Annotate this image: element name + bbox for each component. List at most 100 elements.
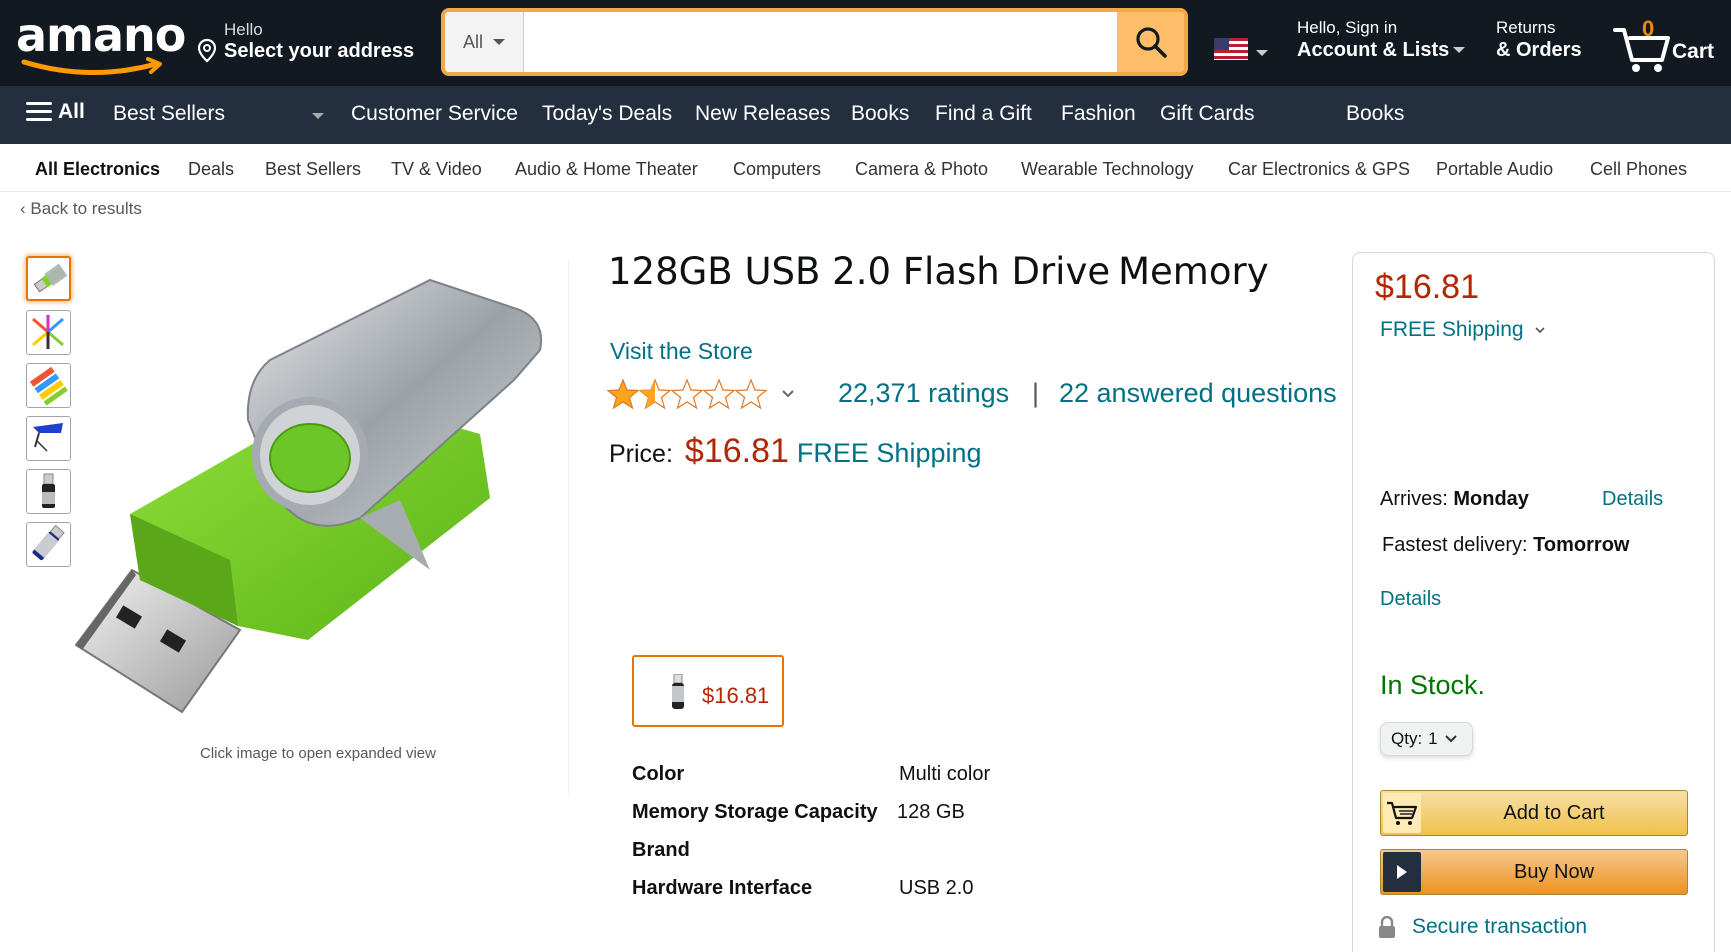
subnav-audio-home-theater[interactable]: Audio & Home Theater: [515, 159, 698, 180]
nav-item-best-sellers[interactable]: Best Sellers: [113, 102, 225, 126]
answered-questions-link[interactable]: 22 answered questions: [1059, 378, 1337, 409]
nav-item-customer-service[interactable]: Customer Service: [351, 102, 518, 126]
search-button[interactable]: [1117, 12, 1184, 72]
us-flag-icon: [1214, 38, 1248, 60]
subnav-computers[interactable]: Computers: [733, 159, 821, 180]
fastest-delivery: Fastest delivery: Tomorrow: [1382, 534, 1629, 557]
arrives-info: Arrives: Monday: [1380, 488, 1529, 511]
drive-diagram-icon: [33, 423, 63, 452]
chevron-down-icon: [493, 39, 505, 45]
flash-drive-mini-icon: [672, 674, 684, 709]
chevron-down-icon: [1444, 735, 1457, 743]
cart-icon: [1383, 793, 1421, 833]
chevron-down-icon: [1453, 47, 1466, 53]
spec-value-color: Multi color: [899, 763, 991, 785]
account-lists-row: Account & Lists: [1297, 39, 1466, 62]
search-input[interactable]: [525, 12, 1117, 72]
chevron-down-icon[interactable]: [312, 113, 324, 119]
back-to-results-label: Back to results: [30, 199, 142, 218]
subnav-cell-phones[interactable]: Cell Phones: [1590, 159, 1687, 180]
variant-swatch[interactable]: $16.81: [632, 655, 784, 727]
language-selector[interactable]: [1214, 38, 1268, 65]
rating-separator: |: [1032, 378, 1040, 408]
hamburger-icon: [26, 102, 52, 122]
buybox-price: $16.81: [1375, 268, 1479, 306]
flash-drive-thumbnail-icon: [33, 263, 68, 293]
free-shipping-link[interactable]: FREE Shipping: [797, 438, 982, 469]
subnav-car-electronics-gps[interactable]: Car Electronics & GPS: [1228, 159, 1410, 180]
price-label: Price:: [609, 440, 673, 468]
buybox-free-shipping[interactable]: FREE Shipping: [1380, 318, 1546, 342]
arrives-label: Arrives:: [1380, 488, 1448, 510]
chevron-left-icon: ‹: [20, 199, 31, 218]
add-to-cart-button[interactable]: Add to Cart: [1380, 790, 1688, 836]
account-lists-menu[interactable]: Hello, Sign in Account & Lists: [1297, 18, 1466, 62]
subnav-wearable-technology[interactable]: Wearable Technology: [1021, 159, 1193, 180]
visit-store-link[interactable]: Visit the Store: [610, 338, 753, 365]
thumbnail-6[interactable]: [26, 522, 71, 567]
site-logo[interactable]: amano: [14, 6, 186, 76]
qty-value: 1: [1428, 729, 1438, 748]
chevron-down-icon: [1535, 327, 1545, 334]
spec-value-capacity: 128 GB: [897, 801, 965, 823]
subnav-best-sellers[interactable]: Best Sellers: [265, 159, 361, 180]
buy-now-label: Buy Now: [1513, 860, 1595, 883]
thumbnail-5[interactable]: [26, 469, 71, 514]
spec-key-color: Color: [632, 763, 685, 785]
top-header: amano Hello Select your address All Hell…: [0, 0, 1731, 86]
logo-text: amano: [16, 8, 186, 62]
product-title: 128GB USB 2.0 Flash Drive Memory: [608, 250, 1269, 293]
orders-label: & Orders: [1496, 39, 1582, 61]
details-link[interactable]: Details: [1602, 488, 1663, 511]
star-rating-icon: [607, 379, 767, 409]
spec-key-capacity: Memory Storage Capacity: [632, 801, 878, 823]
subnav-portable-audio[interactable]: Portable Audio: [1436, 159, 1553, 180]
black-drive-icon: [42, 473, 55, 508]
price-value: $16.81: [684, 432, 789, 470]
star-rating[interactable]: [607, 378, 795, 410]
address-prompt: Select your address: [224, 40, 415, 62]
secure-transaction-label: Secure transaction: [1412, 915, 1588, 938]
play-icon: [1383, 852, 1421, 892]
location-pin-icon: [197, 38, 217, 63]
nav-all-label: All: [58, 100, 85, 123]
nav-item-find-a-gift[interactable]: Find a Gift: [935, 102, 1032, 126]
thumbnail-1[interactable]: [26, 256, 71, 301]
nav-item-todays-deals[interactable]: Today's Deals: [542, 102, 672, 126]
chevron-down-icon: [1256, 50, 1268, 56]
gallery-divider: [568, 260, 569, 795]
thumbnail-2[interactable]: [26, 310, 71, 355]
search-category-select[interactable]: All: [445, 12, 524, 72]
product-title-main: 128GB USB 2.0 Flash Drive: [608, 250, 1111, 293]
lock-icon: [1379, 916, 1395, 938]
account-hello: Hello, Sign in: [1297, 18, 1398, 37]
back-to-results-link[interactable]: ‹ Back to results: [20, 199, 142, 219]
quantity-select[interactable]: Qty: 1: [1380, 722, 1473, 756]
ratings-count-link[interactable]: 22,371 ratings: [838, 378, 1009, 409]
search-icon: [1135, 27, 1167, 58]
subnav-deals[interactable]: Deals: [188, 159, 234, 180]
swatch-price: $16.81: [702, 683, 770, 708]
subnav-tv-video[interactable]: TV & Video: [391, 159, 482, 180]
nav-all-menu[interactable]: All: [26, 100, 85, 124]
thumbnail-4[interactable]: [26, 416, 71, 461]
chevron-down-icon[interactable]: [781, 389, 795, 399]
subnav-all-electronics[interactable]: All Electronics: [35, 159, 160, 180]
product-main-image[interactable]: [70, 270, 570, 720]
nav-item-fashion[interactable]: Fashion: [1061, 102, 1136, 126]
returns-orders-link[interactable]: Returns & Orders: [1496, 18, 1582, 62]
nav-item-books[interactable]: Books: [851, 102, 909, 126]
subnav-camera-photo[interactable]: Camera & Photo: [855, 159, 988, 180]
nav-item-books-2[interactable]: Books: [1346, 102, 1404, 126]
nav-item-gift-cards[interactable]: Gift Cards: [1160, 102, 1255, 126]
details-link-2[interactable]: Details: [1380, 588, 1441, 611]
image-caption: Click image to open expanded view: [200, 745, 436, 762]
thumbnail-3[interactable]: [26, 363, 71, 408]
nav-item-new-releases[interactable]: New Releases: [695, 102, 830, 126]
secure-transaction-link[interactable]: Secure transaction: [1378, 915, 1587, 939]
qty-label: Qty:: [1391, 729, 1423, 748]
buy-now-button[interactable]: Buy Now: [1380, 849, 1688, 895]
add-to-cart-label: Add to Cart: [1503, 801, 1605, 824]
cart-button[interactable]: 0 Cart: [1612, 14, 1722, 74]
spec-key-hardware: Hardware Interface: [632, 877, 813, 899]
